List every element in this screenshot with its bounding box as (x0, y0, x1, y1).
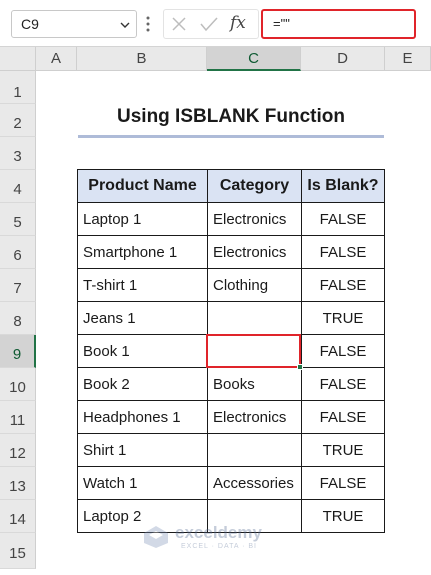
category-cell[interactable] (208, 434, 302, 467)
row-header-14[interactable]: 14 (0, 500, 36, 533)
select-all-corner[interactable] (0, 47, 36, 71)
row-header-6[interactable]: 6 (0, 236, 36, 269)
category-cell[interactable]: Electronics (208, 203, 302, 236)
category-cell[interactable]: Accessories (208, 467, 302, 500)
product-cell[interactable]: T-shirt 1 (78, 269, 208, 302)
is-blank-cell[interactable]: FALSE (302, 269, 385, 302)
column-header-d[interactable]: D (301, 47, 385, 71)
chevron-down-icon[interactable] (120, 20, 130, 30)
is-blank-cell[interactable]: FALSE (302, 467, 385, 500)
row-header-12[interactable]: 12 (0, 434, 36, 467)
exceldemy-watermark: exceldemy EXCEL · DATA · BI (143, 521, 283, 553)
row-header-8[interactable]: 8 (0, 302, 36, 335)
product-cell[interactable]: Book 2 (78, 368, 208, 401)
more-options-icon[interactable] (146, 15, 150, 33)
column-header-a[interactable]: A (36, 47, 77, 71)
is-blank-cell[interactable]: TRUE (302, 500, 385, 533)
table-header-is-blank[interactable]: Is Blank? (302, 170, 385, 203)
product-cell[interactable]: Shirt 1 (78, 434, 208, 467)
is-blank-cell[interactable]: TRUE (302, 434, 385, 467)
row-header-10[interactable]: 10 (0, 368, 36, 401)
product-cell[interactable]: Jeans 1 (78, 302, 208, 335)
exceldemy-logo-icon (144, 526, 168, 548)
column-header-e[interactable]: E (385, 47, 431, 71)
row-header-4[interactable]: 4 (0, 170, 36, 203)
enter-check-icon[interactable] (200, 16, 218, 32)
table-header-category[interactable]: Category (208, 170, 302, 203)
formula-bar: C9 fx ="" (0, 0, 431, 47)
row-header-5[interactable]: 5 (0, 203, 36, 236)
category-cell[interactable]: Clothing (208, 269, 302, 302)
is-blank-cell[interactable]: FALSE (302, 335, 385, 368)
column-header-b[interactable]: B (77, 47, 207, 71)
name-box[interactable]: C9 (11, 10, 137, 38)
table-header-product[interactable]: Product Name (78, 170, 208, 203)
formula-controls: fx (163, 9, 259, 39)
is-blank-cell[interactable]: FALSE (302, 203, 385, 236)
row-header-1[interactable]: 1 (0, 71, 36, 104)
cancel-icon[interactable] (171, 16, 187, 32)
watermark-brand: exceldemy (175, 523, 262, 542)
product-cell[interactable]: Laptop 1 (78, 203, 208, 236)
sheet-title: Using ISBLANK Function (117, 106, 345, 127)
is-blank-cell[interactable]: FALSE (302, 368, 385, 401)
product-cell[interactable]: Smartphone 1 (78, 236, 208, 269)
name-box-value: C9 (21, 16, 39, 32)
category-cell[interactable]: Electronics (208, 401, 302, 434)
row-header-15[interactable]: 15 (0, 533, 36, 569)
row-header-7[interactable]: 7 (0, 269, 36, 302)
row-header-3[interactable]: 3 (0, 137, 36, 170)
selected-cell-highlight (206, 334, 301, 368)
product-cell[interactable]: Watch 1 (78, 467, 208, 500)
column-header-c[interactable]: C (207, 47, 301, 71)
product-cell[interactable]: Book 1 (78, 335, 208, 368)
is-blank-cell[interactable]: TRUE (302, 302, 385, 335)
is-blank-cell[interactable]: FALSE (302, 236, 385, 269)
category-cell[interactable] (208, 302, 302, 335)
formula-input[interactable]: ="" (261, 9, 416, 39)
row-header-2[interactable]: 2 (0, 104, 36, 137)
category-cell[interactable]: Books (208, 368, 302, 401)
fill-handle[interactable] (297, 364, 303, 370)
row-header-13[interactable]: 13 (0, 467, 36, 500)
product-cell[interactable]: Headphones 1 (78, 401, 208, 434)
insert-function-icon[interactable]: fx (230, 13, 246, 33)
category-cell[interactable]: Electronics (208, 236, 302, 269)
row-header-11[interactable]: 11 (0, 401, 36, 434)
title-underline (78, 135, 384, 138)
row-header-9[interactable]: 9 (0, 335, 36, 368)
is-blank-cell[interactable]: FALSE (302, 401, 385, 434)
watermark-tagline: EXCEL · DATA · BI (181, 543, 257, 550)
